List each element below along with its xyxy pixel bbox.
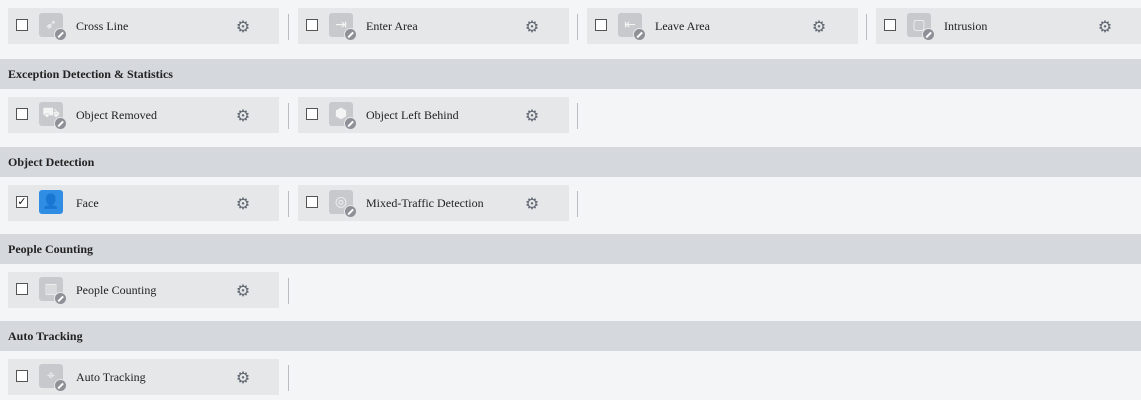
feature-label: Enter Area — [366, 19, 418, 33]
gear-icon[interactable]: ⚙ — [810, 17, 828, 36]
feature-row: ➶ Cross Line ⚙ ⇥ Enter Area ⚙ ⇤ Leave Ar… — [0, 0, 1141, 44]
gear-icon[interactable]: ⚙ — [234, 106, 252, 125]
enter-area-icon: ⇥ — [329, 13, 357, 41]
separator — [288, 365, 289, 391]
feature-label: Leave Area — [655, 19, 710, 33]
feature-card-auto-tracking: ⌖ Auto Tracking ⚙ — [8, 359, 279, 395]
feature-row: ✓ 👤 Face ⚙ ◎ Mixed-Traffic Detection ⚙ — [0, 177, 1141, 234]
feature-row: ⛟ Object Removed ⚙ ⬢ Object Left Behind … — [0, 89, 1141, 147]
section-header: People Counting — [0, 234, 1141, 264]
separator — [288, 191, 289, 217]
feature-label: People Counting — [76, 283, 157, 297]
separator — [577, 14, 578, 40]
checkbox-auto-tracking[interactable] — [16, 370, 28, 382]
checkbox-object-removed[interactable] — [16, 108, 28, 120]
feature-label: Object Removed — [76, 108, 157, 122]
checkbox-face[interactable]: ✓ — [16, 196, 28, 208]
leave-area-icon: ⇤ — [618, 13, 646, 41]
disabled-badge-icon — [344, 205, 357, 218]
gear-icon[interactable]: ⚙ — [234, 281, 252, 300]
feature-card-object-left-behind: ⬢ Object Left Behind ⚙ — [298, 97, 569, 133]
feature-row: ⌖ Auto Tracking ⚙ — [0, 351, 1141, 400]
feature-label: Intrusion — [944, 19, 988, 33]
separator — [288, 278, 289, 304]
separator — [288, 103, 289, 129]
separator — [577, 103, 578, 129]
checkbox-object-left-behind[interactable] — [306, 108, 318, 120]
checkbox-people-counting[interactable] — [16, 283, 28, 295]
feature-label: Cross Line — [76, 19, 129, 33]
section-header: Object Detection — [0, 147, 1141, 177]
disabled-badge-icon — [54, 379, 67, 392]
disabled-badge-icon — [54, 117, 67, 130]
feature-card-mixed-traffic: ◎ Mixed-Traffic Detection ⚙ — [298, 185, 569, 221]
face-icon: 👤 — [39, 190, 63, 214]
gear-icon[interactable]: ⚙ — [1096, 17, 1114, 36]
disabled-badge-icon — [344, 117, 357, 130]
cross-line-icon: ➶ — [39, 13, 67, 41]
feature-card-object-removed: ⛟ Object Removed ⚙ — [8, 97, 279, 133]
feature-card-enter-area: ⇥ Enter Area ⚙ — [298, 8, 569, 44]
gear-icon[interactable]: ⚙ — [523, 17, 541, 36]
feature-label: Auto Tracking — [76, 370, 146, 384]
disabled-badge-icon — [922, 28, 935, 41]
checkbox-intrusion[interactable] — [884, 19, 896, 31]
disabled-badge-icon — [344, 28, 357, 41]
disabled-badge-icon — [54, 28, 67, 41]
section-header: Auto Tracking — [0, 321, 1141, 351]
feature-label: Face — [76, 196, 99, 210]
people-counting-icon: ▥ — [39, 277, 67, 305]
feature-label: Object Left Behind — [366, 108, 459, 122]
feature-card-people-counting: ▥ People Counting ⚙ — [8, 272, 279, 308]
disabled-badge-icon — [633, 28, 646, 41]
object-left-behind-icon: ⬢ — [329, 102, 357, 130]
checkbox-cross-line[interactable] — [16, 19, 28, 31]
separator — [577, 191, 578, 217]
separator — [866, 14, 867, 40]
auto-tracking-icon: ⌖ — [39, 364, 67, 392]
gear-icon[interactable]: ⚙ — [234, 17, 252, 36]
checkbox-leave-area[interactable] — [595, 19, 607, 31]
gear-icon[interactable]: ⚙ — [234, 194, 252, 213]
gear-icon[interactable]: ⚙ — [234, 368, 252, 387]
gear-icon[interactable]: ⚙ — [523, 106, 541, 125]
checkbox-enter-area[interactable] — [306, 19, 318, 31]
feature-row: ▥ People Counting ⚙ — [0, 264, 1141, 321]
section-header: Exception Detection & Statistics — [0, 59, 1141, 89]
gear-icon[interactable]: ⚙ — [523, 194, 541, 213]
intrusion-icon: ▢ — [907, 13, 935, 41]
feature-label: Mixed-Traffic Detection — [366, 196, 484, 210]
feature-card-leave-area: ⇤ Leave Area ⚙ — [587, 8, 858, 44]
feature-card-face: ✓ 👤 Face ⚙ — [8, 185, 279, 221]
feature-card-intrusion: ▢ Intrusion ⚙ — [876, 8, 1141, 44]
object-removed-icon: ⛟ — [39, 102, 67, 130]
checkbox-mixed-traffic[interactable] — [306, 196, 318, 208]
mixed-traffic-icon: ◎ — [329, 190, 357, 218]
disabled-badge-icon — [54, 292, 67, 305]
separator — [288, 14, 289, 40]
feature-card-cross-line: ➶ Cross Line ⚙ — [8, 8, 279, 44]
